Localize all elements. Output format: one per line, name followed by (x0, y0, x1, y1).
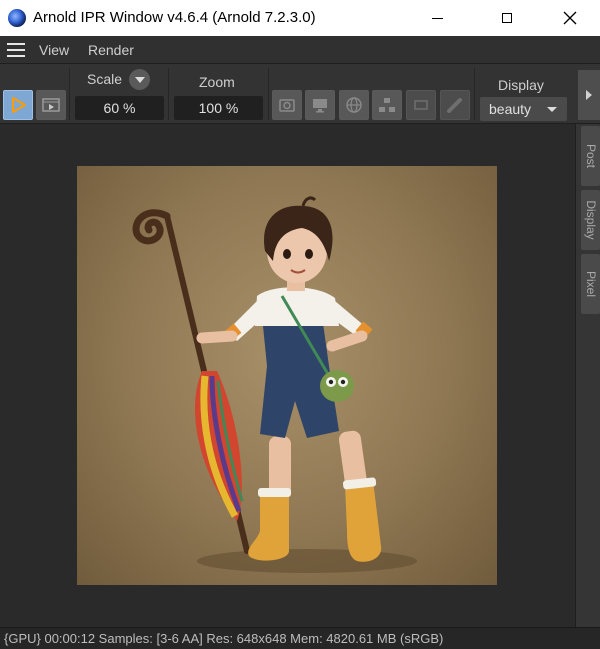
close-icon (563, 11, 577, 25)
monitor-icon (313, 99, 327, 113)
region-icon (414, 100, 428, 110)
tab-pixel[interactable]: Pixel (581, 254, 600, 314)
render-viewport[interactable] (0, 124, 575, 627)
maximize-icon (502, 13, 512, 23)
snapshot-icon (279, 99, 295, 112)
world-button[interactable] (339, 90, 369, 120)
globe-icon (346, 97, 362, 113)
zoom-value[interactable]: 100 % (174, 96, 263, 120)
toolbar-separator (69, 68, 70, 120)
render-status-text: {GPU} 00:00:12 Samples: [3-6 AA] Res: 64… (4, 631, 444, 646)
menu-render[interactable]: Render (88, 42, 134, 58)
toolbar-separator (474, 68, 475, 120)
close-button[interactable] (547, 0, 593, 36)
snapshot-button[interactable] (272, 90, 302, 120)
display-aov-select[interactable]: beauty (480, 97, 567, 121)
menu-view[interactable]: View (39, 42, 69, 58)
scale-dropdown-button[interactable] (129, 69, 150, 90)
tab-post-label: Post (583, 143, 598, 169)
toolbar-separator (168, 68, 169, 120)
zoom-label: Zoom (199, 74, 235, 90)
window-title: Arnold IPR Window v4.6.4 (Arnold 7.2.3.0… (33, 9, 316, 26)
side-tab-strip: Post Display Pixel (575, 124, 600, 627)
hamburger-menu-icon[interactable] (7, 43, 25, 57)
region-button[interactable] (406, 90, 436, 120)
render-sequence-button[interactable] (36, 90, 66, 120)
rendered-character-image (132, 196, 417, 573)
minimize-icon (431, 17, 443, 19)
render-image (77, 166, 497, 585)
toolbar-separator (268, 68, 269, 120)
maximize-button[interactable] (484, 0, 530, 36)
side-panel-toggle-button[interactable] (578, 70, 600, 120)
title-bar: Arnold IPR Window v4.6.4 (Arnold 7.2.3.0… (0, 0, 600, 36)
monitor-button[interactable] (305, 90, 335, 120)
hierarchy-icon (379, 98, 395, 112)
chevron-down-icon (547, 107, 557, 112)
hierarchy-button[interactable] (372, 90, 402, 120)
tab-display-label: Display (583, 200, 598, 240)
tab-pixel-label: Pixel (583, 270, 598, 298)
app-icon (8, 9, 26, 27)
scale-value[interactable]: 60 % (75, 96, 164, 120)
debug-shading-button[interactable] (440, 90, 470, 120)
tab-post[interactable]: Post (581, 126, 600, 186)
display-label: Display (498, 77, 544, 93)
film-play-icon (42, 98, 60, 112)
status-bar: {GPU} 00:00:12 Samples: [3-6 AA] Res: 64… (0, 627, 600, 649)
scale-label: Scale (87, 71, 123, 87)
tab-display[interactable]: Display (581, 190, 600, 250)
minimize-button[interactable] (414, 0, 460, 36)
start-render-button[interactable] (3, 90, 33, 120)
menu-bar: View Render (0, 36, 600, 64)
play-icon (12, 97, 26, 113)
display-aov-value: beauty (489, 101, 532, 117)
brush-icon (447, 98, 462, 113)
